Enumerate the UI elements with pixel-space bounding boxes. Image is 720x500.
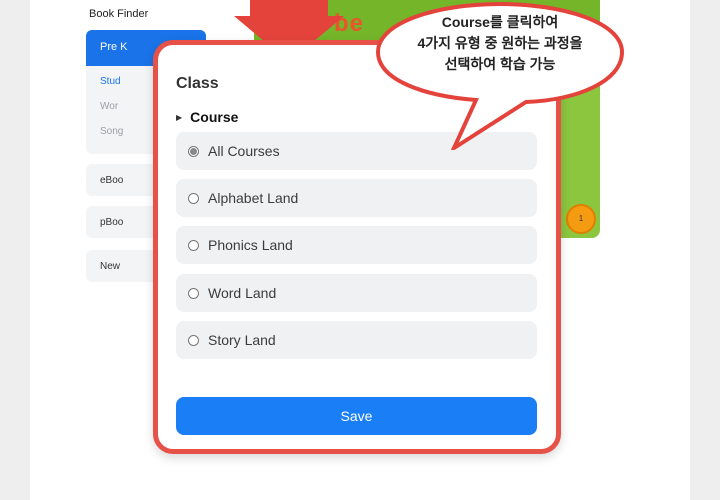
callout-line-2: 4가지 유형 중 원하는 과정을 <box>417 35 583 51</box>
course-section-toggle[interactable]: ▶ Course <box>176 109 238 125</box>
option-label: Alphabet Land <box>208 190 299 206</box>
course-section-label: Course <box>190 109 239 125</box>
callout-line-1: Course를 클릭하여 <box>441 14 559 30</box>
option-story-land[interactable]: Story Land <box>176 321 537 359</box>
book-finder-title: Book Finder <box>89 8 149 20</box>
option-word-land[interactable]: Word Land <box>176 274 537 312</box>
option-label: Word Land <box>208 285 277 301</box>
caret-right-icon: ▶ <box>176 112 183 122</box>
option-label: All Courses <box>208 143 280 159</box>
count-badge: 1 <box>566 204 596 234</box>
option-alphabet-land[interactable]: Alphabet Land <box>176 179 537 217</box>
sub-item-word[interactable]: Wor <box>100 101 118 112</box>
radio-icon[interactable] <box>188 239 199 251</box>
radio-icon[interactable] <box>188 334 199 346</box>
callout-text: Course를 클릭하여 4가지 유형 중 원하는 과정을 선택하여 학습 가능 <box>376 12 624 75</box>
radio-icon[interactable] <box>188 192 199 204</box>
radio-icon[interactable] <box>188 287 199 299</box>
radio-icon[interactable] <box>188 145 199 157</box>
callout-line-3: 선택하여 학습 가능 <box>444 56 556 72</box>
option-label: Phonics Land <box>208 237 293 253</box>
sub-item-student[interactable]: Stud <box>100 76 121 87</box>
option-phonics-land[interactable]: Phonics Land <box>176 226 537 264</box>
save-button[interactable]: Save <box>176 397 537 435</box>
sub-item-song[interactable]: Song <box>100 126 123 137</box>
modal-title: Class <box>176 75 219 92</box>
option-label: Story Land <box>208 332 276 348</box>
